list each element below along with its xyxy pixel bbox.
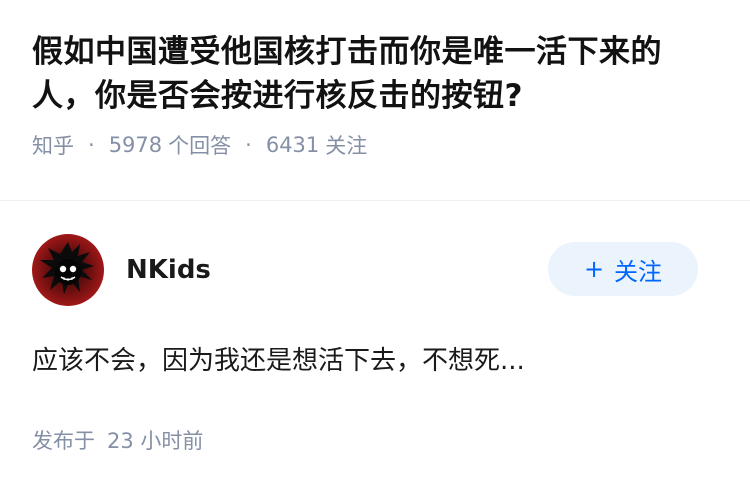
answer-card: NKids + 关注 应该不会，因为我还是想活下去，不想死... 发布于 23 小… [0, 233, 750, 455]
author-row: NKids + 关注 [32, 233, 718, 307]
separator-dot: · [88, 133, 95, 157]
follow-button-label: 关注 [614, 257, 663, 286]
follow-count: 6431 [265, 133, 320, 157]
avatar-image [32, 234, 104, 306]
question-title[interactable]: 假如中国遭受他国核打击而你是唯一活下来的人，你是否会按进行核反击的按钮? [32, 30, 718, 118]
answer-time: 发布于 23 小时前 [32, 425, 718, 455]
answer-count: 5978 [108, 133, 163, 157]
separator-dot: · [245, 133, 252, 157]
time-value: 23 小时前 [107, 429, 204, 453]
question-meta: 知乎 · 5978 个回答 · 6431 关注 [32, 130, 718, 160]
time-prefix: 发布于 [32, 429, 95, 453]
divider [0, 200, 750, 201]
source-label[interactable]: 知乎 [32, 130, 74, 160]
answer-count-label: 个回答 [168, 134, 232, 158]
follow-button[interactable]: + 关注 [548, 242, 698, 296]
answer-text[interactable]: 应该不会，因为我还是想活下去，不想死... [32, 341, 718, 381]
author-name[interactable]: NKids [126, 255, 211, 285]
plus-icon: + [583, 255, 605, 283]
avatar[interactable] [32, 234, 104, 306]
question-header: 假如中国遭受他国核打击而你是唯一活下来的人，你是否会按进行核反击的按钮? 知乎 … [0, 0, 750, 170]
follow-count-label: 关注 [325, 134, 368, 158]
